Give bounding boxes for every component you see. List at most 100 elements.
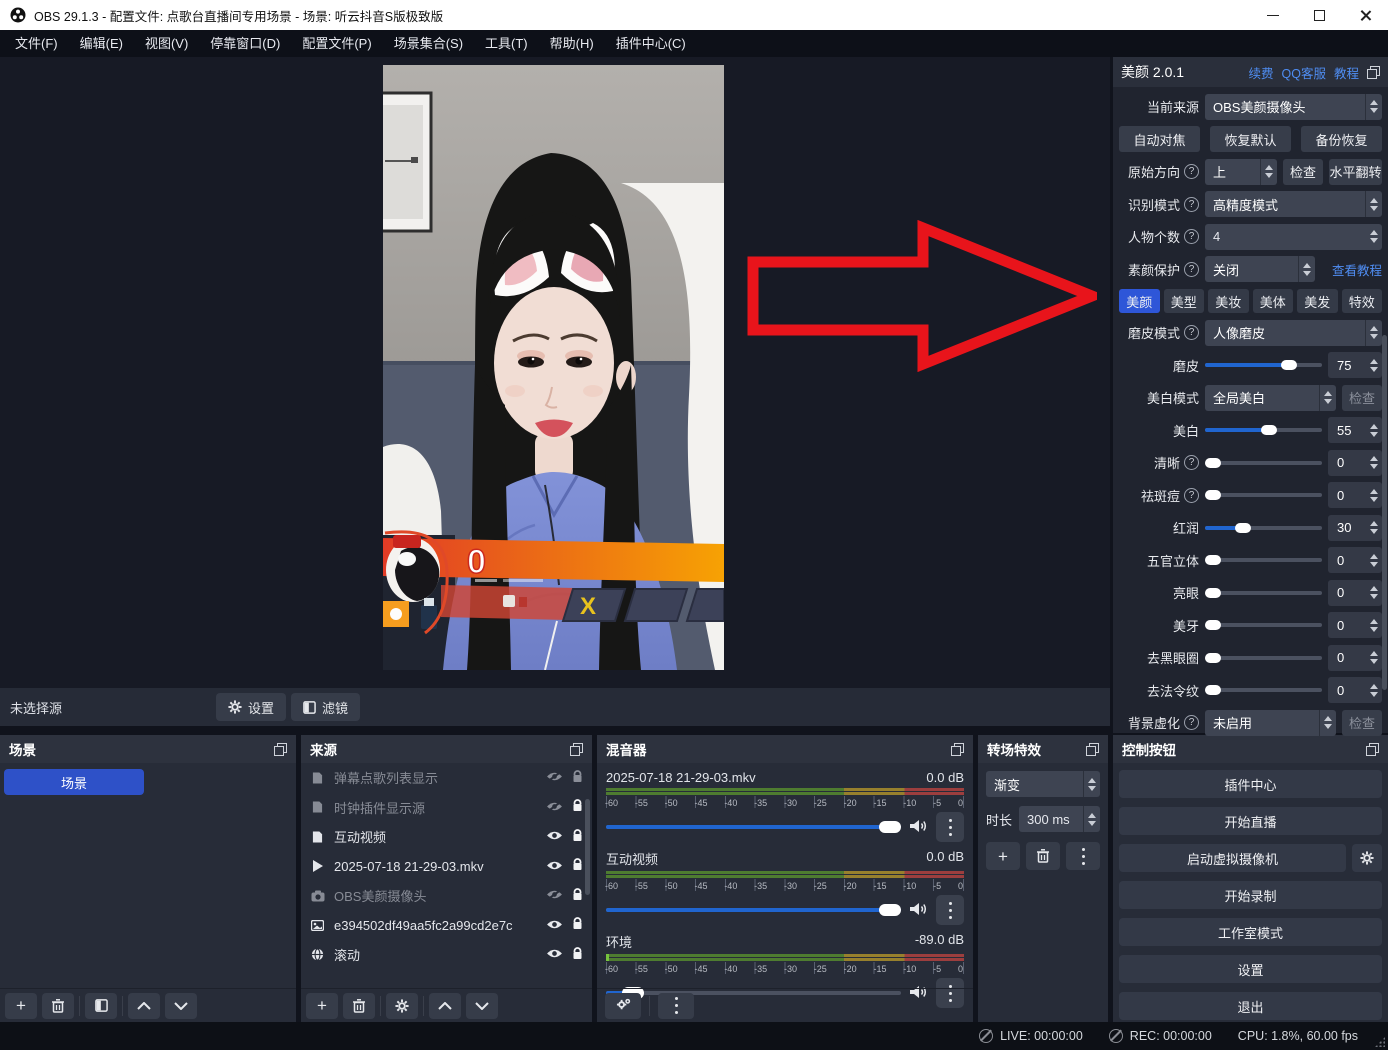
spinner-arrows-icon[interactable]: [1365, 515, 1382, 541]
popout-icon[interactable]: [1367, 66, 1380, 79]
tab-effects[interactable]: 特效: [1342, 289, 1383, 313]
detect-mode-select[interactable]: 高精度模式: [1205, 191, 1382, 217]
autofocus-button[interactable]: 自动对焦: [1119, 126, 1200, 152]
minimize-button[interactable]: [1250, 0, 1296, 30]
clarity-slider[interactable]: [1205, 461, 1322, 465]
spinner-arrows-icon[interactable]: [1365, 450, 1382, 476]
add-scene-button[interactable]: +: [5, 993, 37, 1019]
rosy-slider[interactable]: [1205, 526, 1322, 530]
start-recording-button[interactable]: 开始录制: [1119, 881, 1382, 909]
spinner-arrows-icon[interactable]: [1365, 417, 1382, 443]
help-icon[interactable]: ?: [1184, 325, 1199, 340]
move-scene-down-button[interactable]: [165, 993, 197, 1019]
plugin-center-button[interactable]: 插件中心: [1119, 770, 1382, 798]
virtual-camera-settings-button[interactable]: [1352, 844, 1382, 872]
add-source-button[interactable]: +: [306, 993, 338, 1019]
menu-plugin-center[interactable]: 插件中心(C): [605, 30, 697, 57]
speaker-icon[interactable]: [909, 819, 928, 836]
whiten-mode-select[interactable]: 全局美白: [1205, 385, 1336, 411]
help-icon[interactable]: ?: [1184, 197, 1199, 212]
smooth-mode-select[interactable]: 人像磨皮: [1205, 320, 1382, 346]
add-transition-button[interactable]: +: [986, 842, 1020, 870]
source-row[interactable]: OBS美颜摄像头: [301, 881, 592, 911]
spinner-arrows-icon[interactable]: [1365, 612, 1382, 638]
tab-beauty[interactable]: 美颜: [1119, 289, 1160, 313]
start-streaming-button[interactable]: 开始直播: [1119, 807, 1382, 835]
help-icon[interactable]: ?: [1184, 715, 1199, 730]
bg-blur-check-button[interactable]: 检查: [1342, 710, 1382, 736]
mixer-settings-button[interactable]: [605, 993, 641, 1019]
renew-link[interactable]: 续费: [1249, 63, 1274, 82]
dark-circles-slider[interactable]: [1205, 656, 1322, 660]
spinner-arrows-icon[interactable]: [1365, 224, 1382, 250]
popout-icon[interactable]: [570, 743, 583, 756]
orientation-check-button[interactable]: 检查: [1283, 159, 1323, 185]
studio-mode-button[interactable]: 工作室模式: [1119, 918, 1382, 946]
source-row[interactable]: e394502df49aa5fc2a99cd2e7c: [301, 911, 592, 941]
makeup-protect-select[interactable]: 关闭: [1205, 256, 1315, 282]
bg-blur-select[interactable]: 未启用: [1205, 710, 1336, 736]
menu-view[interactable]: 视图(V): [134, 30, 199, 57]
spinner-arrows-icon[interactable]: [1365, 482, 1382, 508]
menu-help[interactable]: 帮助(H): [539, 30, 605, 57]
help-icon[interactable]: ?: [1184, 164, 1199, 179]
help-icon[interactable]: ?: [1184, 262, 1199, 277]
whiten-value-spinbox[interactable]: 55: [1328, 417, 1382, 443]
visibility-toggle-icon[interactable]: [546, 947, 563, 962]
spinner-arrows-icon[interactable]: [1365, 580, 1382, 606]
menu-edit[interactable]: 编辑(E): [69, 30, 134, 57]
help-icon[interactable]: ?: [1184, 455, 1199, 470]
teeth-value-spinbox[interactable]: 0: [1328, 612, 1382, 638]
transition-menu-button[interactable]: [1066, 842, 1100, 870]
move-source-up-button[interactable]: [429, 993, 461, 1019]
transition-select[interactable]: 渐变: [986, 771, 1100, 797]
start-virtual-camera-button[interactable]: 启动虚拟摄像机: [1119, 844, 1346, 872]
exit-button[interactable]: 退出: [1119, 992, 1382, 1020]
menu-tools[interactable]: 工具(T): [474, 30, 539, 57]
bright-eyes-slider[interactable]: [1205, 591, 1322, 595]
source-row[interactable]: 时钟插件显示源: [301, 793, 592, 823]
visibility-toggle-icon[interactable]: [546, 770, 563, 785]
move-scene-up-button[interactable]: [128, 993, 160, 1019]
popout-icon[interactable]: [274, 743, 287, 756]
scene-list-item[interactable]: 场景: [4, 769, 144, 795]
lock-toggle-icon[interactable]: [572, 829, 583, 845]
person-count-spinbox[interactable]: 4: [1205, 224, 1382, 250]
source-filters-button[interactable]: 滤镜: [291, 693, 360, 721]
scene-filters-button[interactable]: [85, 993, 117, 1019]
facial-3d-value-spinbox[interactable]: 0: [1328, 547, 1382, 573]
maximize-button[interactable]: [1296, 0, 1342, 30]
source-row[interactable]: 互动视频: [301, 822, 592, 852]
beauty-panel-scrollbar[interactable]: [1382, 335, 1387, 690]
spinner-arrows-icon[interactable]: [1365, 677, 1382, 703]
clarity-value-spinbox[interactable]: 0: [1328, 450, 1382, 476]
menu-docks[interactable]: 停靠窗口(D): [199, 30, 291, 57]
blemish-value-spinbox[interactable]: 0: [1328, 482, 1382, 508]
whiten-check-button[interactable]: 检查: [1342, 385, 1382, 411]
help-icon[interactable]: ?: [1184, 229, 1199, 244]
rosy-value-spinbox[interactable]: 30: [1328, 515, 1382, 541]
blemish-slider[interactable]: [1205, 493, 1322, 497]
current-source-select[interactable]: OBS美颜摄像头: [1205, 94, 1382, 120]
backup-restore-button[interactable]: 备份恢复: [1301, 126, 1382, 152]
sources-scrollbar[interactable]: [585, 799, 590, 895]
channel-menu-button[interactable]: [936, 812, 964, 842]
spinner-arrows-icon[interactable]: [1083, 806, 1100, 832]
tab-body[interactable]: 美体: [1253, 289, 1294, 313]
restore-defaults-button[interactable]: 恢复默认: [1210, 126, 1291, 152]
settings-button[interactable]: 设置: [1119, 955, 1382, 983]
mixer-menu-button[interactable]: [658, 993, 694, 1019]
move-source-down-button[interactable]: [466, 993, 498, 1019]
source-properties-toolbar-button[interactable]: [386, 993, 418, 1019]
remove-scene-button[interactable]: [42, 993, 74, 1019]
spinner-arrows-icon[interactable]: [1365, 352, 1382, 378]
tab-makeup[interactable]: 美妆: [1208, 289, 1249, 313]
duration-spinbox[interactable]: 300 ms: [1019, 806, 1100, 832]
smooth-slider[interactable]: [1205, 363, 1322, 367]
source-row[interactable]: 滚动: [301, 940, 592, 970]
source-properties-button[interactable]: 设置: [216, 693, 286, 721]
visibility-toggle-icon[interactable]: [546, 888, 563, 903]
popout-icon[interactable]: [951, 743, 964, 756]
bright-eyes-value-spinbox[interactable]: 0: [1328, 580, 1382, 606]
speaker-icon[interactable]: [909, 902, 928, 919]
